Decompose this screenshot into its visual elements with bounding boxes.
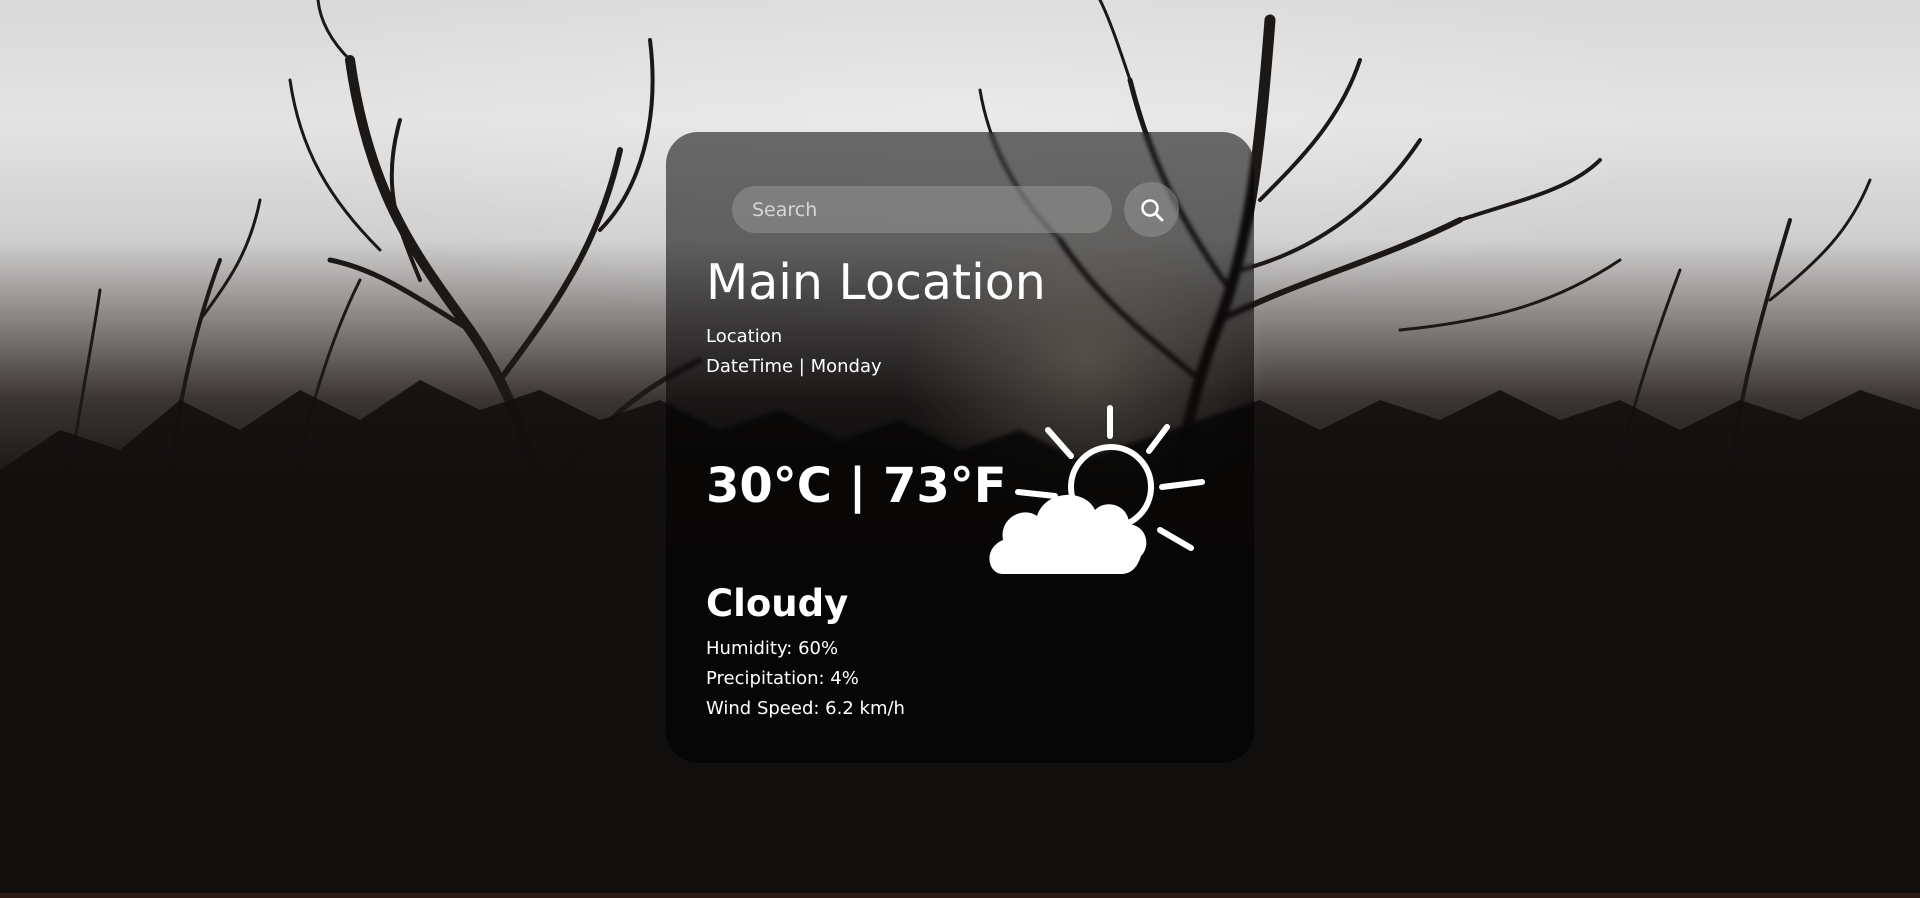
wind-speed-label: Wind Speed: 6.2 km/h xyxy=(706,698,905,719)
main-location-title: Main Location xyxy=(706,254,1046,311)
bottom-edge-bar xyxy=(0,893,1920,898)
location-label: Location xyxy=(706,326,783,347)
search-input[interactable] xyxy=(752,186,1092,233)
partly-cloudy-icon xyxy=(989,405,1205,574)
datetime-label: DateTime | Monday xyxy=(706,356,882,377)
temperature-value: 30°C | 73°F xyxy=(706,458,1007,514)
search-icon xyxy=(1140,198,1163,221)
precipitation-label: Precipitation: 4% xyxy=(706,668,859,689)
search-button[interactable] xyxy=(1124,182,1179,237)
humidity-label: Humidity: 60% xyxy=(706,638,839,659)
search-bar xyxy=(732,186,1112,233)
weather-condition: Cloudy xyxy=(706,582,849,625)
